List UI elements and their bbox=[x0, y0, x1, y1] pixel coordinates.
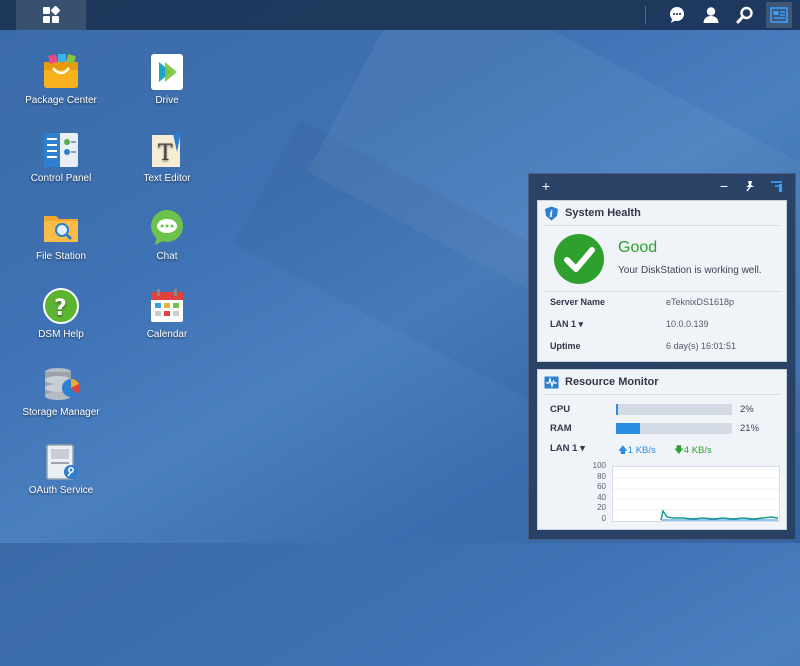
widget-panel: + − i System Health Good Your DiskStatio… bbox=[528, 173, 796, 540]
file-station-icon bbox=[44, 216, 78, 242]
taskbar-divider bbox=[645, 6, 646, 24]
control-panel-icon bbox=[44, 133, 78, 167]
widgets-icon bbox=[770, 7, 788, 23]
pulse-monitor-icon bbox=[544, 376, 559, 388]
desktop-icon-label: Storage Manager bbox=[22, 407, 100, 418]
desktop-icon-label: Chat bbox=[156, 251, 178, 262]
desktop-icon-drive[interactable]: Drive bbox=[122, 52, 212, 107]
widgets-toggle-button[interactable] bbox=[766, 2, 792, 28]
desktop-icon-oauth-service[interactable]: OAuth Service bbox=[16, 442, 106, 497]
server-name-value: eTeknixDS1618p bbox=[666, 297, 735, 307]
desktop-icon-label: File Station bbox=[35, 251, 87, 262]
pin-widgets-button[interactable] bbox=[741, 177, 759, 195]
resource-usage-chart bbox=[612, 466, 780, 522]
desktop-icon-file-station[interactable]: File Station bbox=[16, 208, 106, 263]
resource-monitor-title: Resource Monitor bbox=[565, 376, 659, 388]
lan-ip-value: 10.0.0.139 bbox=[666, 319, 709, 329]
download-arrow-icon: 🡇 bbox=[674, 445, 684, 456]
desktop-icon-text-editor[interactable]: T Text Editor bbox=[122, 130, 212, 185]
search-button[interactable] bbox=[732, 2, 758, 28]
upload-rate: 🡅1 KB/s bbox=[618, 443, 656, 459]
divider bbox=[544, 394, 780, 395]
uptime-label: Uptime bbox=[550, 341, 581, 351]
upload-arrow-icon: 🡅 bbox=[618, 445, 628, 456]
user-button[interactable] bbox=[698, 2, 724, 28]
uptime-value: 6 day(s) 16:01:51 bbox=[666, 341, 737, 351]
desktop-icon-label: Drive bbox=[155, 95, 179, 106]
storage-manager-icon bbox=[45, 368, 80, 400]
help-icon: ? bbox=[43, 288, 79, 324]
ram-percent: 21% bbox=[740, 423, 760, 434]
desktop-icon-label: DSM Help bbox=[38, 329, 84, 340]
chat-icon bbox=[151, 210, 183, 245]
desktop-icon-storage-manager[interactable]: Storage Manager bbox=[16, 364, 106, 419]
user-icon bbox=[703, 7, 719, 23]
text-editor-icon: T bbox=[152, 132, 181, 167]
system-health-header: i System Health bbox=[538, 201, 786, 225]
upload-value: 1 KB/s bbox=[627, 445, 656, 456]
divider bbox=[544, 225, 780, 226]
widgets-manage-icon bbox=[770, 181, 782, 192]
ram-bar bbox=[616, 423, 732, 434]
desktop-icon-label: Control Panel bbox=[30, 173, 92, 184]
main-menu-button[interactable] bbox=[16, 0, 86, 30]
calendar-icon bbox=[151, 289, 183, 322]
cpu-percent: 2% bbox=[740, 404, 754, 415]
grid-icon bbox=[43, 6, 60, 23]
lan-dropdown[interactable]: LAN 1 ▾ bbox=[550, 319, 583, 330]
health-status: Good bbox=[618, 239, 658, 256]
minimize-widgets-button[interactable]: − bbox=[715, 177, 733, 195]
divider bbox=[544, 291, 780, 292]
usage-chart-svg bbox=[613, 477, 779, 521]
desktop-icon-calendar[interactable]: Calendar bbox=[122, 286, 212, 341]
shield-info-icon: i bbox=[545, 206, 558, 220]
oauth-service-icon bbox=[46, 444, 78, 480]
desktop-icon-label: Text Editor bbox=[143, 173, 191, 184]
add-widget-button[interactable]: + bbox=[537, 177, 555, 195]
chart-y-tick: 60 bbox=[597, 482, 606, 491]
desktop-icon-label: Calendar bbox=[146, 329, 188, 340]
desktop-icon-dsm-help[interactable]: ? DSM Help bbox=[16, 286, 106, 341]
drive-icon bbox=[151, 54, 183, 90]
pin-icon bbox=[746, 181, 754, 192]
widget-toolbar: + − bbox=[529, 174, 795, 198]
chart-y-tick: 40 bbox=[597, 493, 606, 502]
resource-monitor-widget: Resource Monitor CPU 2% RAM 21% LAN 1 ▾ … bbox=[537, 369, 787, 530]
download-rate: 🡇4 KB/s bbox=[674, 443, 712, 459]
cpu-label: CPU bbox=[550, 404, 571, 415]
desktop-icon-label: Package Center bbox=[25, 95, 97, 106]
taskbar bbox=[0, 0, 800, 30]
server-name-label: Server Name bbox=[550, 297, 606, 307]
ram-label: RAM bbox=[550, 423, 572, 434]
desktop-icon-label: OAuth Service bbox=[28, 485, 94, 496]
desktop-icon-control-panel[interactable]: Control Panel bbox=[16, 130, 106, 185]
chart-y-tick: 20 bbox=[597, 503, 606, 512]
cpu-bar-fill bbox=[616, 404, 619, 415]
manage-widgets-button[interactable] bbox=[767, 177, 785, 195]
chart-y-tick: 80 bbox=[597, 472, 606, 481]
system-health-widget: i System Health Good Your DiskStation is… bbox=[537, 200, 787, 362]
svg-text:T: T bbox=[158, 141, 173, 166]
ram-bar-fill bbox=[616, 423, 641, 434]
taskbar-tray bbox=[645, 0, 792, 30]
health-check-icon bbox=[554, 234, 604, 284]
cpu-usage-line bbox=[660, 509, 779, 521]
search-icon bbox=[736, 6, 753, 24]
system-health-title: System Health bbox=[565, 207, 641, 219]
download-value: 4 KB/s bbox=[683, 445, 712, 456]
lan-dropdown[interactable]: LAN 1 ▾ bbox=[550, 443, 585, 454]
chat-bubble-icon bbox=[670, 7, 684, 23]
desktop-icon-chat[interactable]: Chat bbox=[122, 208, 212, 263]
health-message: Your DiskStation is working well. bbox=[618, 265, 762, 276]
cpu-bar bbox=[616, 404, 732, 415]
desktop-icon-package-center[interactable]: Package Center bbox=[16, 52, 106, 107]
package-center-icon bbox=[44, 54, 78, 88]
chart-y-tick: 0 bbox=[601, 514, 606, 523]
notifications-button[interactable] bbox=[664, 2, 690, 28]
svg-text:?: ? bbox=[54, 296, 67, 321]
svg-text:i: i bbox=[550, 210, 554, 220]
resource-monitor-header: Resource Monitor bbox=[538, 370, 786, 394]
chart-y-tick: 100 bbox=[592, 461, 606, 470]
